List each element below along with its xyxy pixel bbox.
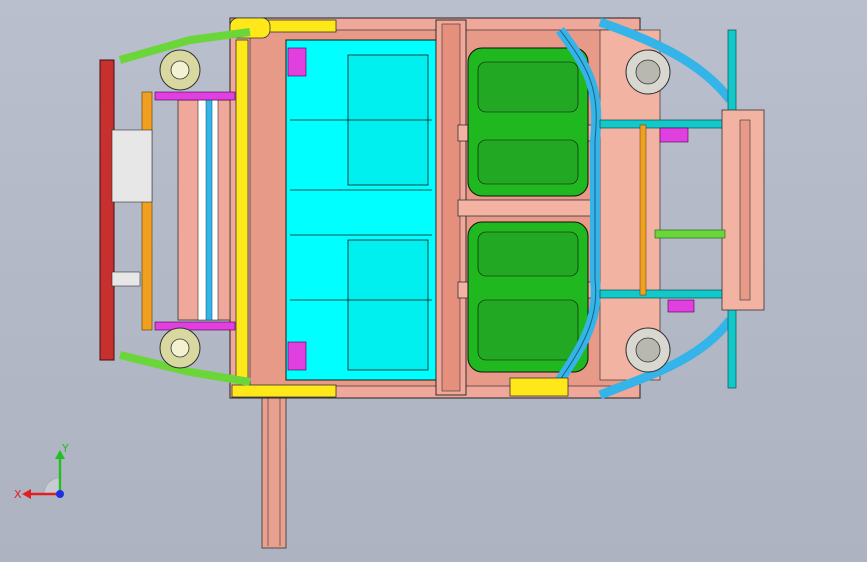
cyan-floor-panel [285, 39, 437, 381]
z-axis-dot-icon [56, 490, 64, 498]
x-axis-label: X [14, 488, 22, 501]
coordinate-triad-icon: Y X [14, 442, 69, 501]
y-axis-label: Y [61, 442, 69, 455]
model-viewport[interactable] [0, 0, 867, 562]
